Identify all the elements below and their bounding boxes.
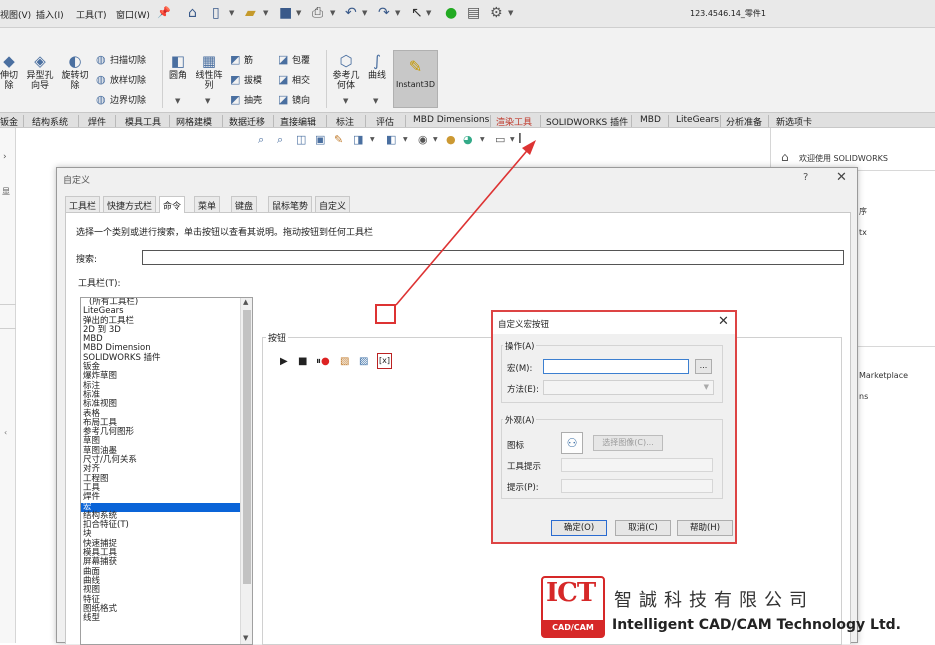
- arrow-head: [522, 140, 536, 155]
- logo-text-top: ICT: [546, 578, 596, 608]
- tab-commands[interactable]: 命令: [159, 196, 186, 213]
- company-logo: ICT CAD/CAM: [541, 576, 605, 638]
- arrow-line: [395, 145, 532, 306]
- annotation-arrow: [395, 140, 536, 306]
- logo-text-bottom: CAD/CAM: [543, 620, 603, 636]
- company-name-english: Intelligent CAD/CAM Technology Ltd.: [612, 617, 901, 633]
- company-name-chinese: 智誠科技有限公司: [614, 590, 814, 611]
